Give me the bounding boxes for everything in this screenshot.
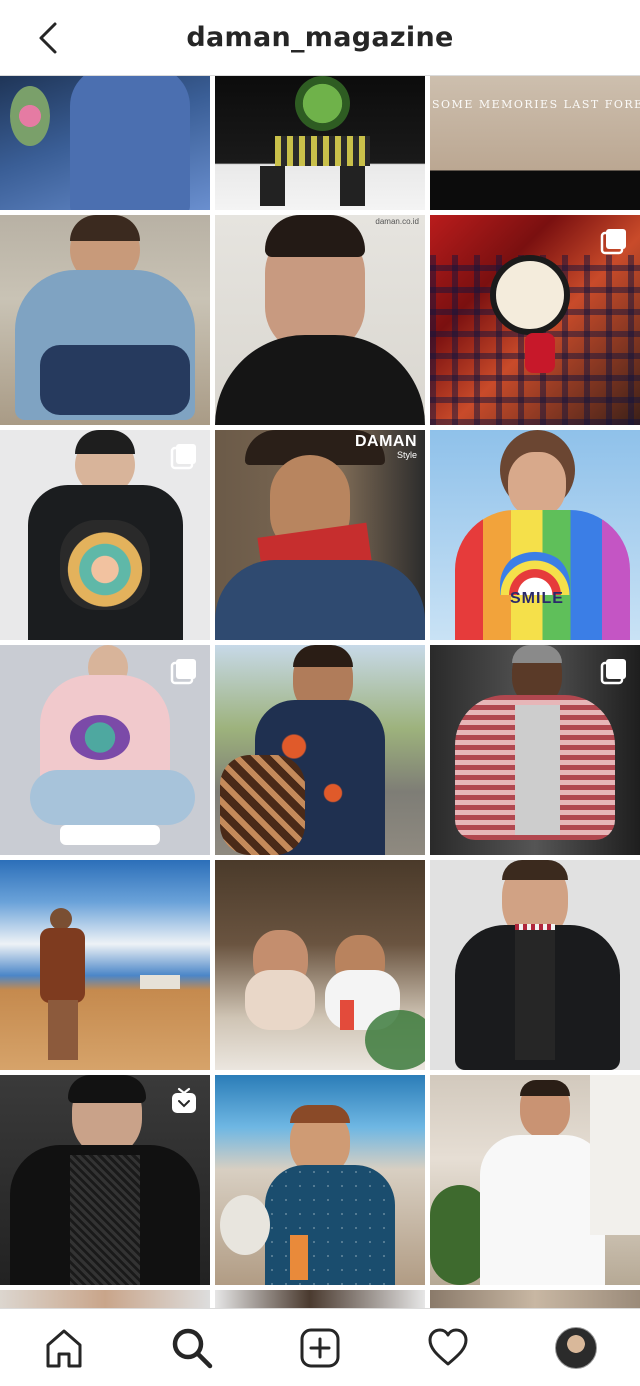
bottom-tab-bar [0, 1308, 640, 1386]
carousel-icon [600, 659, 626, 685]
carousel-icon [170, 659, 196, 685]
post-overlay-text: SOME MEMORIES LAST FOREVER [432, 98, 640, 111]
chevron-left-icon [39, 22, 57, 54]
tab-new-post[interactable] [288, 1316, 352, 1380]
grid-post-tile[interactable] [0, 1075, 210, 1285]
grid-post-tile[interactable] [0, 76, 210, 210]
plus-square-icon [300, 1328, 340, 1367]
shirt-text: SMILE [510, 590, 564, 607]
grid-post-tile[interactable] [0, 430, 210, 640]
profile-username-title: daman_magazine [186, 22, 454, 53]
grid-post-tile[interactable] [215, 76, 425, 210]
grid-post-tile[interactable]: DAMAN Style [215, 430, 425, 640]
grid-post-tile[interactable] [0, 215, 210, 425]
grid-post-tile[interactable]: SMILE [430, 430, 640, 640]
tab-search[interactable] [160, 1316, 224, 1380]
grid-post-tile[interactable] [430, 645, 640, 855]
avatar [555, 1326, 597, 1369]
top-nav-bar: daman_magazine [0, 0, 640, 76]
grid-post-tile[interactable] [430, 1075, 640, 1285]
grid-post-tile[interactable] [215, 645, 425, 855]
tab-home[interactable] [32, 1316, 96, 1380]
igtv-icon [172, 1087, 196, 1113]
home-icon [46, 1329, 82, 1367]
back-button[interactable] [30, 20, 66, 56]
grid-post-tile[interactable] [215, 860, 425, 1070]
magazine-logo: DAMAN Style [354, 433, 417, 461]
grid-post-tile[interactable] [215, 1075, 425, 1285]
grid-post-tile[interactable]: daman.co.id [215, 215, 425, 425]
heart-icon [428, 1328, 468, 1365]
post-grid: SOME MEMORIES LAST FOREVER daman.co.id [0, 76, 640, 1308]
grid-post-tile[interactable] [0, 645, 210, 855]
tab-activity[interactable] [416, 1316, 480, 1380]
grid-post-tile[interactable] [0, 1290, 210, 1308]
grid-post-tile[interactable] [430, 860, 640, 1070]
post-overlay-text: daman.co.id [375, 217, 419, 226]
carousel-icon [600, 229, 626, 255]
grid-post-tile[interactable] [0, 860, 210, 1070]
grid-post-tile[interactable] [430, 1290, 640, 1308]
grid-post-tile[interactable]: SOME MEMORIES LAST FOREVER [430, 76, 640, 210]
search-icon [172, 1328, 213, 1368]
carousel-icon [170, 444, 196, 470]
grid-post-tile[interactable] [430, 215, 640, 425]
grid-post-tile[interactable] [215, 1290, 425, 1308]
tab-profile[interactable] [544, 1316, 608, 1380]
